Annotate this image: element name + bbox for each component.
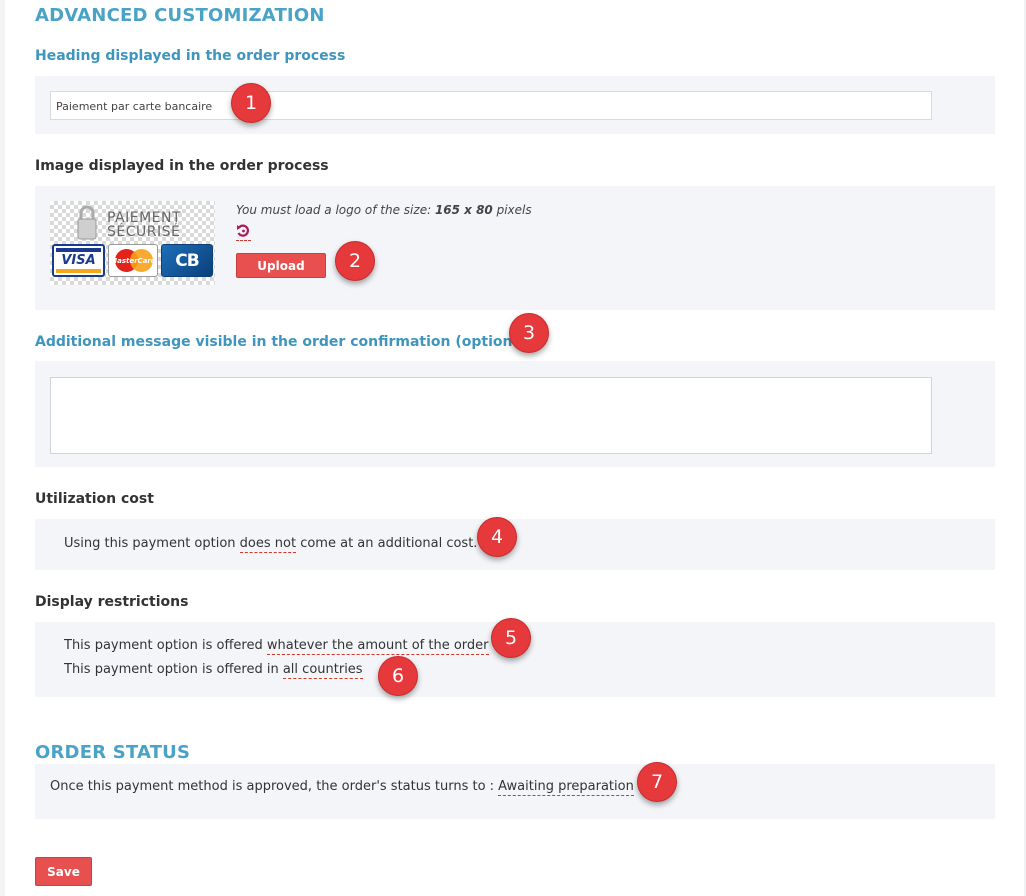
marker-1: 1	[231, 83, 271, 123]
image-label: Image displayed in the order process	[35, 158, 329, 174]
cost-text-after: come at an additional cost.	[296, 536, 478, 551]
marker-6: 6	[378, 656, 418, 696]
mastercard-label: MasterCard	[110, 256, 156, 265]
logo-hint-suffix: pixels	[492, 203, 532, 217]
logo-size-hint: You must load a logo of the size: 165 x …	[236, 203, 532, 217]
marker-2: 2	[335, 241, 375, 281]
cost-text: Using this payment option does not come …	[64, 536, 478, 553]
heading-label: Heading displayed in the order process	[35, 48, 346, 64]
visa-card-logo: VISA	[52, 244, 105, 277]
logo-hint-size: 165 x 80	[434, 203, 493, 217]
order-status-prefix: Once this payment method is approved, th…	[50, 779, 499, 794]
section-title-advanced: ADVANCED CUSTOMIZATION	[35, 5, 325, 26]
visa-label: VISA	[61, 253, 96, 268]
logo-hint-prefix: You must load a logo of the size:	[236, 203, 435, 217]
country-restriction-text: This payment option is offered in all co…	[64, 662, 363, 679]
padlock-icon	[77, 205, 97, 240]
amount-restriction-text: This payment option is offered whatever …	[64, 638, 489, 655]
logo-text-line2: SÉCURISÉ	[107, 224, 181, 240]
left-border	[0, 0, 5, 896]
marker-7: 7	[637, 762, 677, 802]
cost-text-before: Using this payment option	[64, 536, 240, 551]
confirmation-message-textarea[interactable]	[50, 377, 932, 454]
amount-link[interactable]: whatever the amount of the order	[266, 638, 489, 655]
payment-logo-image: PAIEMENT SÉCURISÉ VISA MasterCard CB	[50, 201, 215, 285]
section-title-order-status: ORDER STATUS	[35, 742, 191, 763]
marker-5: 5	[491, 618, 531, 658]
cb-card-logo: CB	[161, 244, 213, 277]
marker-4: 4	[477, 517, 517, 557]
restrictions-label: Display restrictions	[35, 594, 189, 610]
marker-3: 3	[509, 313, 549, 353]
mastercard-logo: MasterCard	[108, 244, 158, 277]
message-label: Additional message visible in the order …	[35, 334, 534, 350]
reset-logo-link[interactable]	[236, 223, 251, 241]
amount-prefix: This payment option is offered	[64, 638, 267, 653]
cost-label: Utilization cost	[35, 491, 154, 507]
cost-link[interactable]: does not	[239, 536, 297, 553]
upload-button[interactable]: Upload	[236, 253, 326, 278]
countries-link[interactable]: all countries	[282, 662, 363, 679]
heading-input[interactable]: Paiement par carte bancaire	[50, 91, 932, 120]
reset-icon	[237, 224, 249, 237]
cb-label: CB	[175, 250, 199, 271]
countries-prefix: This payment option is offered in	[64, 662, 283, 677]
save-button[interactable]: Save	[35, 857, 92, 886]
order-status-link[interactable]: Awaiting preparation	[498, 779, 634, 796]
order-status-text: Once this payment method is approved, th…	[50, 779, 634, 796]
